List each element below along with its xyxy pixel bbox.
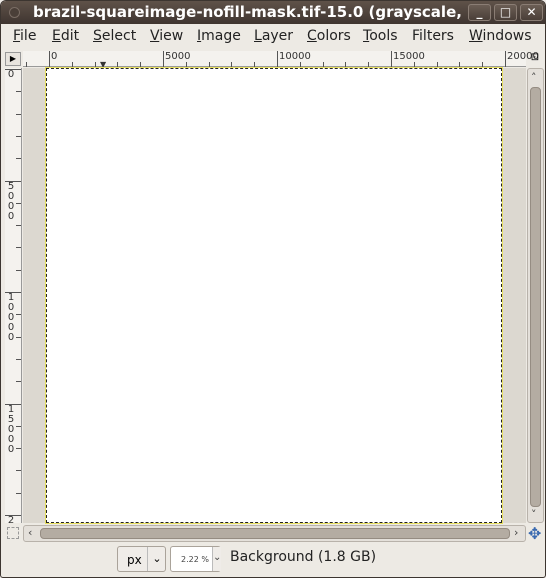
chevron-down-icon[interactable]: ⌄	[147, 547, 166, 571]
menu-filters[interactable]: Filters	[412, 28, 454, 44]
menu-edit[interactable]: Edit	[52, 28, 79, 44]
menu-windows[interactable]: Windows	[469, 28, 532, 44]
ruler-label: 5000	[165, 51, 191, 62]
ruler-label: 10000	[279, 51, 311, 62]
ruler-tick	[16, 225, 21, 227]
ruler-tick	[16, 202, 21, 204]
ruler-tick	[140, 62, 142, 67]
ruler-tick	[482, 62, 484, 67]
vertical-scrollbar[interactable]: ˄ ˅	[527, 68, 544, 523]
chevron-down-icon[interactable]: ⌄	[212, 547, 221, 571]
ruler-tick	[16, 269, 21, 271]
ruler-label: 15000	[7, 403, 15, 455]
navigate-icon[interactable]: ✥	[528, 524, 541, 543]
close-button[interactable]: ✕	[520, 4, 543, 21]
ruler-label: 2	[7, 515, 15, 526]
ruler-tick	[16, 336, 21, 338]
menu-select[interactable]: Select	[93, 28, 136, 44]
ruler-label: 0	[7, 69, 15, 80]
ruler-tick	[299, 62, 301, 67]
active-layer-label: Background (1.8 GB)	[230, 549, 377, 565]
ruler-tick	[71, 62, 73, 67]
menu-view[interactable]: View	[150, 28, 183, 44]
ruler-tick	[49, 51, 50, 67]
window-title: brazil-squareimage-nofill-mask.tif-15.0 …	[33, 3, 467, 21]
horizontal-scroll-thumb[interactable]	[40, 528, 510, 539]
unit-select[interactable]: px ⌄	[117, 546, 166, 572]
quick-mask-menu-icon[interactable]: ▶	[5, 52, 21, 66]
ruler-tick	[208, 62, 210, 67]
ruler-tick	[185, 62, 187, 67]
ruler-tick	[16, 470, 21, 472]
ruler-tick	[16, 135, 21, 137]
ruler-tick	[254, 62, 256, 67]
zoom-value[interactable]: 2.22 %	[181, 555, 209, 564]
ruler-tick	[16, 113, 21, 115]
menu-bar: File Edit Select View Image Layer Colors…	[1, 25, 545, 49]
ruler-tick	[231, 62, 233, 67]
ruler-label: 15000	[393, 51, 425, 62]
ruler-tick	[459, 62, 461, 67]
window-menu-icon[interactable]	[9, 7, 20, 18]
ruler-tick	[413, 62, 415, 67]
horizontal-ruler[interactable]: 0 5000 10000 15000 20000 ▼	[23, 51, 539, 69]
scroll-right-icon[interactable]: ›	[514, 526, 518, 539]
ruler-label: 0	[51, 51, 58, 62]
image-window: brazil-squareimage-nofill-mask.tif-15.0 …	[0, 0, 546, 578]
ruler-tick	[16, 358, 21, 360]
menu-tools[interactable]: Tools	[363, 28, 398, 44]
ruler-tick	[16, 492, 21, 494]
vertical-scroll-thumb[interactable]	[530, 87, 541, 507]
menu-layer[interactable]: Layer	[254, 28, 293, 44]
ruler-tick	[391, 51, 392, 67]
vertical-ruler[interactable]: 0 5000 10000 15000 2	[5, 68, 22, 526]
ruler-tick	[26, 62, 28, 67]
scroll-down-icon[interactable]: ˅	[531, 508, 537, 521]
ruler-tick	[345, 62, 347, 67]
ruler-label: 5000	[7, 180, 15, 222]
zoom-fit-icon[interactable]: ⊡	[528, 52, 542, 66]
status-bar: px ⌄ 2.22 % ⌄ Background (1.8 GB)	[1, 544, 545, 576]
ruler-tick	[16, 381, 21, 383]
ruler-tick	[94, 62, 96, 67]
ruler-tick	[16, 314, 21, 316]
scroll-left-icon[interactable]: ‹	[28, 526, 32, 539]
ruler-tick	[16, 247, 21, 249]
minimize-button[interactable]: _	[468, 4, 491, 21]
ruler-tick	[505, 51, 506, 67]
ruler-tick	[277, 51, 278, 67]
ruler-tick	[16, 91, 21, 93]
menu-colors[interactable]: Colors	[307, 28, 351, 44]
ruler-label: 10000	[7, 292, 15, 343]
ruler-tick	[16, 158, 21, 160]
ruler-tick	[16, 425, 21, 427]
menu-image[interactable]: Image	[197, 28, 241, 44]
menu-file[interactable]: File	[13, 28, 36, 44]
ruler-tick	[16, 448, 21, 450]
title-bar: brazil-squareimage-nofill-mask.tif-15.0 …	[1, 1, 545, 24]
unit-value: px	[127, 553, 142, 567]
quick-mask-toggle-icon[interactable]	[7, 527, 19, 539]
ruler-tick	[436, 62, 438, 67]
ruler-tick	[163, 51, 164, 67]
ruler-tick	[322, 62, 324, 67]
image-canvas[interactable]	[45, 67, 503, 524]
horizontal-scrollbar[interactable]: ‹ ›	[23, 525, 526, 542]
ruler-tick	[117, 62, 119, 67]
zoom-select[interactable]: 2.22 % ⌄	[170, 546, 221, 572]
scroll-up-icon[interactable]: ˄	[531, 71, 537, 84]
maximize-button[interactable]: □	[494, 4, 517, 21]
ruler-tick	[368, 62, 370, 67]
